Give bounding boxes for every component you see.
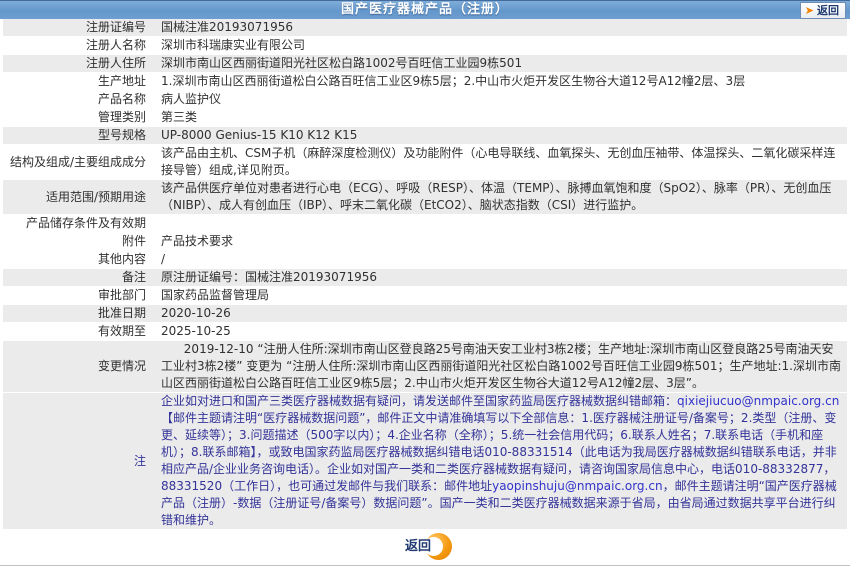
table-row: 变更情况 2019-12-10 “注册人住所:深圳市南山区登良路25号南油天安工业… bbox=[3, 341, 847, 393]
row-value: 该产品供医疗单位对患者进行心电（ECG）、呼吸（RESP）、体温（TEMP）、脉… bbox=[161, 181, 832, 212]
row-value: 企业如对进口和国产三类医疗器械数据有疑问，请发送邮件至国家药监局医疗器械数据纠错… bbox=[161, 394, 840, 527]
email-link[interactable]: yaopinshuju@nmpaic.org.cn bbox=[492, 479, 662, 493]
table-row: 产品储存条件及有效期 bbox=[3, 215, 847, 233]
row-label: 型号规格 bbox=[97, 128, 146, 142]
row-value: 2020-10-26 bbox=[161, 306, 231, 320]
table-row: 产品名称 病人监护仪 bbox=[3, 91, 847, 109]
row-label: 有效期至 bbox=[97, 324, 146, 338]
row-label: 注册证编号 bbox=[85, 20, 146, 34]
row-label: 生产地址 bbox=[97, 74, 146, 88]
table-row: 管理类别 第三类 bbox=[3, 109, 847, 127]
table-row: 备注 原注册证编号：国械注准20193071956 bbox=[3, 269, 847, 287]
back-button-label: 返回 bbox=[817, 4, 839, 17]
footer: 返回 bbox=[0, 530, 850, 563]
row-label: 产品储存条件及有效期 bbox=[25, 216, 146, 230]
back-button-bottom[interactable]: 返回 bbox=[398, 533, 452, 560]
table-row: 适用范围/预期用途 该产品供医疗单位对患者进行心电（ECG）、呼吸（RESP）、体… bbox=[3, 180, 847, 215]
table-row: 批准日期 2020-10-26 bbox=[3, 305, 847, 323]
registration-table: 注册证编号 国械注准20193071956 注册人名称 深圳市科瑞康实业有限公司 注册人… bbox=[0, 19, 850, 530]
row-label: 适用范围/预期用途 bbox=[45, 189, 146, 204]
back-button-bottom-label: 返回 bbox=[405, 539, 432, 554]
row-label: 附件 bbox=[121, 234, 146, 248]
table-row: 型号规格 UP-8000 Genius-15 K10 K12 K15 bbox=[3, 127, 847, 145]
row-value: 病人监护仪 bbox=[161, 92, 222, 106]
row-value: 深圳市南山区西丽街道阳光社区松白路1002号百旺信工业园9栋501 bbox=[161, 56, 523, 70]
row-label: 注 bbox=[133, 453, 146, 468]
table-row: 审批部门 国家药品监督管理局 bbox=[3, 287, 847, 305]
row-value: 原注册证编号：国械注准20193071956 bbox=[161, 270, 377, 284]
table-row: 注企业如对进口和国产三类医疗器械数据有疑问，请发送邮件至国家药监局医疗器械数据纠… bbox=[3, 393, 847, 530]
row-value: UP-8000 Genius-15 K10 K12 K15 bbox=[161, 128, 358, 142]
row-value: 2025-10-25 bbox=[161, 324, 231, 338]
row-label: 审批部门 bbox=[97, 288, 146, 302]
table-row: 结构及组成/主要组成成分 该产品由主机、CSM子机（麻醉深度检测仪）及功能附件（心… bbox=[3, 145, 847, 180]
row-value: 1.深圳市南山区西丽街道松白公路百旺信工业区9栋5层；2.中山市火炬开发区生物谷… bbox=[161, 74, 746, 88]
table-row: 注册人住所 深圳市南山区西丽街道阳光社区松白路1002号百旺信工业园9栋501 bbox=[3, 55, 847, 73]
bottom-divider bbox=[0, 565, 850, 566]
page-title: 国产医疗器械产品（注册） bbox=[340, 2, 509, 17]
row-label: 注册人名称 bbox=[85, 38, 146, 52]
row-label: 备注 bbox=[121, 270, 146, 284]
email-link[interactable]: qixiejiucuo@nmpaic.org.cn bbox=[677, 394, 839, 408]
table-row: 有效期至 2025-10-25 bbox=[3, 323, 847, 341]
row-label: 其他内容 bbox=[97, 252, 146, 266]
row-label: 注册人住所 bbox=[85, 56, 146, 70]
table-row: 附件 产品技术要求 bbox=[3, 233, 847, 251]
row-value: 2019-12-10 “注册人住所:深圳市南山区登良路25号南油天安工业村3栋2… bbox=[161, 342, 841, 390]
row-value: 该产品由主机、CSM子机（麻醉深度检测仪）及功能附件（心电导联线、血氧探头、无创… bbox=[161, 146, 836, 177]
row-value: / bbox=[161, 252, 166, 266]
table-row: 其他内容 / bbox=[3, 251, 847, 269]
row-label: 管理类别 bbox=[97, 110, 146, 124]
row-label: 产品名称 bbox=[97, 92, 146, 106]
title-bar: 国产医疗器械产品（注册） ➤ 返回 bbox=[0, 0, 850, 19]
row-label: 变更情况 bbox=[97, 359, 146, 373]
table-row: 生产地址 1.深圳市南山区西丽街道松白公路百旺信工业区9栋5层；2.中山市火炬开发… bbox=[3, 73, 847, 91]
orange-arrow-icon: ➤ bbox=[804, 4, 814, 17]
row-value: 国械注准20193071956 bbox=[161, 20, 293, 34]
table-row: 注册人名称 深圳市科瑞康实业有限公司 bbox=[3, 37, 847, 55]
row-value: 第三类 bbox=[161, 110, 198, 124]
row-value: 国家药品监督管理局 bbox=[161, 288, 270, 302]
row-label: 批准日期 bbox=[97, 306, 146, 320]
row-value: 产品技术要求 bbox=[161, 234, 234, 248]
row-value: 深圳市科瑞康实业有限公司 bbox=[161, 38, 306, 52]
row-label: 结构及组成/主要组成成分 bbox=[9, 154, 146, 169]
back-button-top[interactable]: ➤ 返回 bbox=[799, 2, 846, 19]
table-row: 注册证编号 国械注准20193071956 bbox=[3, 19, 847, 37]
